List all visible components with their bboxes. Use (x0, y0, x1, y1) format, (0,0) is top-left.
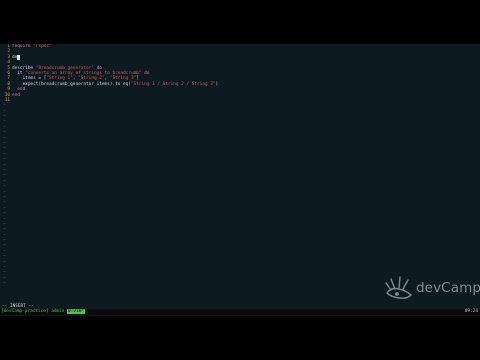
tmux-status-bar: [devCamp-practice] admin 0:vim* 09:24 (0, 309, 480, 315)
text-cursor (17, 54, 21, 60)
devcamp-logo-text: devCamp (416, 280, 480, 296)
string-literal: "Breadcrumb generator" (35, 65, 94, 71)
code-token: items = [ (12, 76, 47, 82)
keyword-token: do (93, 65, 102, 71)
string-literal: "String 3" (109, 76, 137, 82)
code-area[interactable]: 1 require "rspec" 2 3 de 4 5 describe "Breadcru… (0, 44, 480, 287)
tilde-marker: ~ (3, 281, 6, 287)
code-token: expect(breadcrumb_generator items).to eq… (12, 81, 131, 87)
status-left: [devCamp-practice] admin 0:vim* (1, 309, 85, 315)
status-clock: 09:24 (464, 309, 478, 314)
keyword-token: end (12, 92, 20, 98)
keyword-token: require (12, 44, 34, 49)
session-name: [devCamp-practice] (1, 309, 52, 314)
keyword-token: do (141, 70, 150, 76)
string-literal: "String 1 / String 2 / String 3" (130, 81, 216, 87)
letterbox-bottom (0, 316, 480, 360)
keyword-token: end (12, 87, 26, 93)
session-user: admin (51, 309, 65, 314)
letterbox-top (0, 0, 480, 44)
code-token: ) (215, 81, 219, 87)
string-literal: "String 2" (78, 76, 105, 82)
string-literal: "rspec" (33, 44, 52, 49)
code-token: describe (12, 65, 36, 71)
code-token: ] (136, 76, 139, 82)
string-literal: "String 1" (46, 76, 73, 82)
active-window-tab[interactable]: 0:vim* (67, 309, 85, 314)
